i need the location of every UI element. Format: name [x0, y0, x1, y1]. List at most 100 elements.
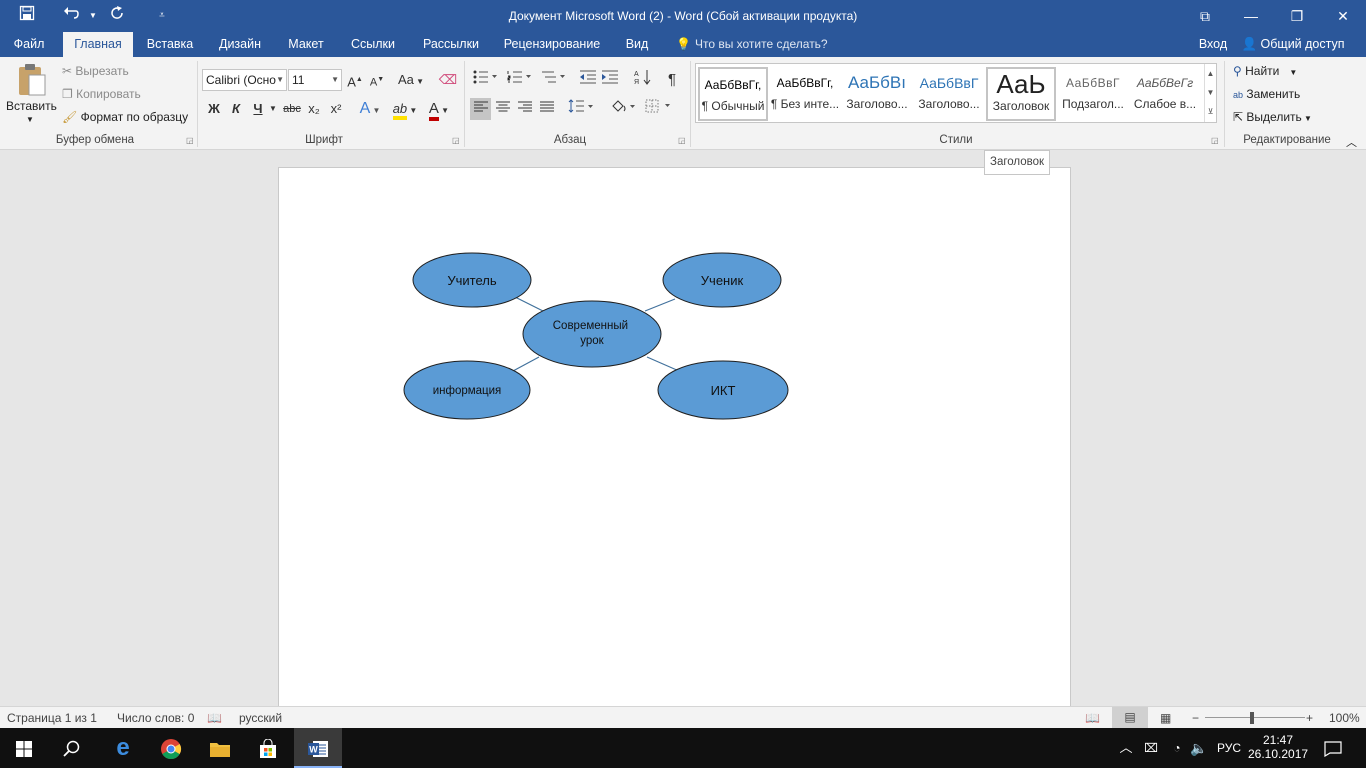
- bullets-icon[interactable]: [470, 69, 500, 91]
- grow-font-button[interactable]: A▲: [346, 69, 364, 91]
- font-launcher-icon[interactable]: ◲: [452, 136, 460, 145]
- sort-icon[interactable]: AЯ: [632, 69, 654, 91]
- decrease-indent-icon[interactable]: [578, 69, 598, 91]
- windows-start-icon[interactable]: [0, 728, 48, 768]
- styles-launcher-icon[interactable]: ◲: [1211, 136, 1219, 145]
- more-icon[interactable]: ⊻: [1205, 102, 1216, 121]
- numbering-icon[interactable]: [504, 69, 534, 91]
- tab-file[interactable]: Файл: [0, 32, 58, 57]
- file-explorer-icon[interactable]: [196, 728, 244, 768]
- replace-button[interactable]: ab Заменить: [1233, 87, 1300, 101]
- tab-view[interactable]: Вид: [614, 32, 660, 57]
- web-layout-icon[interactable]: ▦: [1160, 711, 1171, 725]
- find-button[interactable]: ⚲ Найти ▼: [1233, 64, 1297, 78]
- word-count[interactable]: Число слов: 0: [117, 711, 194, 725]
- justify-icon[interactable]: [536, 98, 557, 120]
- word-taskbar-icon[interactable]: W: [294, 728, 342, 768]
- minimize-button[interactable]: —: [1228, 0, 1274, 32]
- zoom-in-icon[interactable]: +: [1306, 711, 1313, 725]
- tab-design[interactable]: Дизайн: [208, 32, 272, 57]
- edge-icon[interactable]: e: [99, 728, 147, 768]
- wifi-icon[interactable]: ◔: [1167, 728, 1187, 768]
- document-page[interactable]: Учитель Ученик Современный урок информац…: [278, 167, 1071, 707]
- restore-button[interactable]: ❐: [1274, 0, 1320, 32]
- paste-button[interactable]: Вставить ▼: [4, 61, 57, 131]
- chevron-up-icon[interactable]: ︿: [1117, 728, 1135, 768]
- sign-in-link[interactable]: Вход: [1192, 32, 1234, 57]
- close-button[interactable]: ✕: [1320, 0, 1366, 32]
- underline-button[interactable]: Ч: [248, 98, 268, 120]
- bold-button[interactable]: Ж: [204, 98, 224, 120]
- language-status[interactable]: русский: [239, 711, 282, 725]
- tab-layout[interactable]: Макет: [278, 32, 334, 57]
- borders-icon[interactable]: [644, 98, 674, 120]
- style-subtle-emphasis[interactable]: АаБбВеГг Слабое в...: [1130, 67, 1200, 121]
- subscript-button[interactable]: x₂: [304, 98, 324, 120]
- ribbon-display-button[interactable]: ⧉: [1182, 0, 1228, 32]
- copy-button[interactable]: ❐ Копировать: [62, 87, 141, 101]
- shrink-font-button[interactable]: A▼: [368, 69, 386, 91]
- read-mode-icon[interactable]: 📖: [1085, 711, 1100, 725]
- change-case-button[interactable]: Aa ▼: [396, 69, 426, 91]
- store-icon[interactable]: [244, 728, 292, 768]
- style-heading-2[interactable]: АаБбВвГ Заголово...: [914, 67, 984, 121]
- tab-mailings[interactable]: Рассылки: [412, 32, 490, 57]
- tab-insert[interactable]: Вставка: [138, 32, 202, 57]
- align-right-icon[interactable]: [514, 98, 535, 120]
- gallery-scroll[interactable]: ▲ ▼ ⊻: [1204, 64, 1216, 122]
- tab-home[interactable]: Главная: [63, 32, 133, 57]
- cut-button[interactable]: ✂ Вырезать: [62, 64, 129, 78]
- zoom-level[interactable]: 100%: [1329, 711, 1360, 725]
- collapse-ribbon-icon[interactable]: ︿: [1346, 134, 1357, 150]
- tab-review[interactable]: Рецензирование: [496, 32, 608, 57]
- svg-text:W: W: [309, 744, 318, 754]
- strikethrough-button[interactable]: abc: [280, 98, 304, 120]
- connector: [644, 298, 676, 312]
- chevron-up-icon[interactable]: ▲: [1205, 64, 1216, 83]
- italic-button[interactable]: К: [226, 98, 246, 120]
- increase-indent-icon[interactable]: [600, 69, 620, 91]
- align-left-icon[interactable]: [470, 98, 491, 120]
- action-center-icon[interactable]: [1318, 728, 1348, 768]
- style-normal[interactable]: АаБбВвГг, ¶ Обычный: [698, 67, 768, 121]
- zoom-slider-thumb[interactable]: [1250, 712, 1254, 724]
- style-heading-1[interactable]: АаБбВı Заголово...: [842, 67, 912, 121]
- tell-me-box[interactable]: 💡 Что вы хотите сделать?: [676, 32, 828, 57]
- select-button[interactable]: ⇱ Выделить ▼: [1233, 110, 1312, 124]
- network-icon[interactable]: ⌧: [1141, 728, 1161, 768]
- style-title[interactable]: АаЬ Заголовок: [986, 67, 1056, 121]
- print-layout-icon[interactable]: ▤: [1112, 707, 1148, 728]
- text-effects-button[interactable]: A ▼: [356, 98, 384, 120]
- style-no-spacing[interactable]: АаБбВвГг, ¶ Без инте...: [770, 67, 840, 121]
- search-icon[interactable]: [48, 728, 96, 768]
- font-name-combo[interactable]: Calibri (Осно ▼: [202, 69, 287, 91]
- chevron-down-icon[interactable]: ▼: [1205, 83, 1216, 102]
- highlight-button[interactable]: ab ▼: [390, 98, 420, 120]
- format-painter-button[interactable]: 🖌 Формат по образцу: [62, 110, 188, 124]
- style-name: Заголово...: [918, 97, 980, 111]
- proofing-icon[interactable]: 📖: [207, 711, 222, 725]
- chrome-icon[interactable]: [147, 728, 195, 768]
- underline-dropdown-icon[interactable]: ▼: [268, 98, 278, 120]
- align-center-icon[interactable]: [492, 98, 513, 120]
- font-color-button[interactable]: A ▼: [424, 98, 454, 121]
- zoom-out-icon[interactable]: −: [1192, 711, 1199, 725]
- page-count[interactable]: Страница 1 из 1: [7, 711, 97, 725]
- clipboard-launcher-icon[interactable]: ◲: [186, 136, 194, 145]
- input-language[interactable]: РУС: [1213, 728, 1245, 768]
- superscript-button[interactable]: x²: [326, 98, 346, 120]
- multilevel-list-icon[interactable]: [538, 69, 568, 91]
- tab-references[interactable]: Ссылки: [340, 32, 406, 57]
- zoom-slider[interactable]: [1205, 717, 1305, 718]
- clock[interactable]: 21:47 26.10.2017: [1248, 728, 1308, 768]
- node-center[interactable]: [522, 300, 662, 368]
- line-spacing-icon[interactable]: [566, 98, 596, 120]
- volume-icon[interactable]: 🔈: [1189, 728, 1209, 768]
- style-subtitle[interactable]: АаБбВвГ Подзагол...: [1058, 67, 1128, 121]
- show-marks-icon[interactable]: ¶: [662, 69, 682, 91]
- share-button[interactable]: 👤 Общий доступ: [1238, 32, 1348, 57]
- clear-formatting-icon[interactable]: ⌫: [438, 69, 458, 91]
- font-size-combo[interactable]: 11 ▼: [288, 69, 342, 91]
- paragraph-launcher-icon[interactable]: ◲: [678, 136, 686, 145]
- shading-icon[interactable]: [608, 98, 638, 120]
